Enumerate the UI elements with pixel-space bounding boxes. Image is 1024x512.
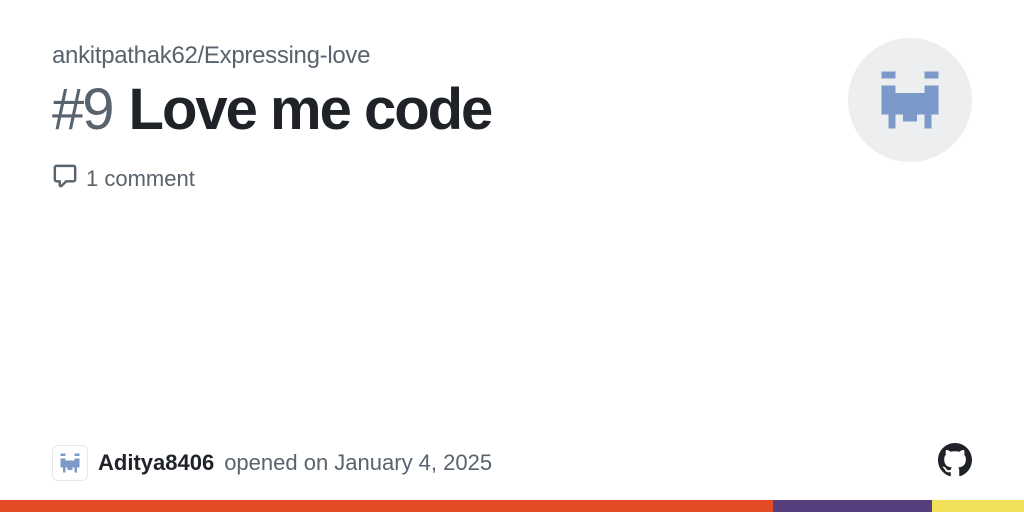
github-logo-icon[interactable] [938, 443, 972, 482]
opened-on-text: opened on January 4, 2025 [224, 450, 492, 476]
language-stripe [0, 500, 1024, 512]
identicon-icon [867, 57, 953, 143]
issue-title-line: #9 Love me code [52, 76, 848, 143]
issue-number: #9 [52, 76, 113, 143]
author-avatar[interactable] [52, 445, 88, 481]
comments-count: 1 comment [52, 163, 848, 195]
repo-path[interactable]: ankitpathak62/Expressing-love [52, 42, 848, 70]
author-name[interactable]: Aditya8406 [98, 450, 214, 476]
identicon-icon [56, 449, 84, 477]
issue-title: Love me code [129, 76, 492, 143]
avatar[interactable] [848, 38, 972, 162]
author-info: Aditya8406 opened on January 4, 2025 [52, 445, 492, 481]
comment-icon [52, 163, 78, 195]
comments-text: 1 comment [86, 166, 195, 192]
